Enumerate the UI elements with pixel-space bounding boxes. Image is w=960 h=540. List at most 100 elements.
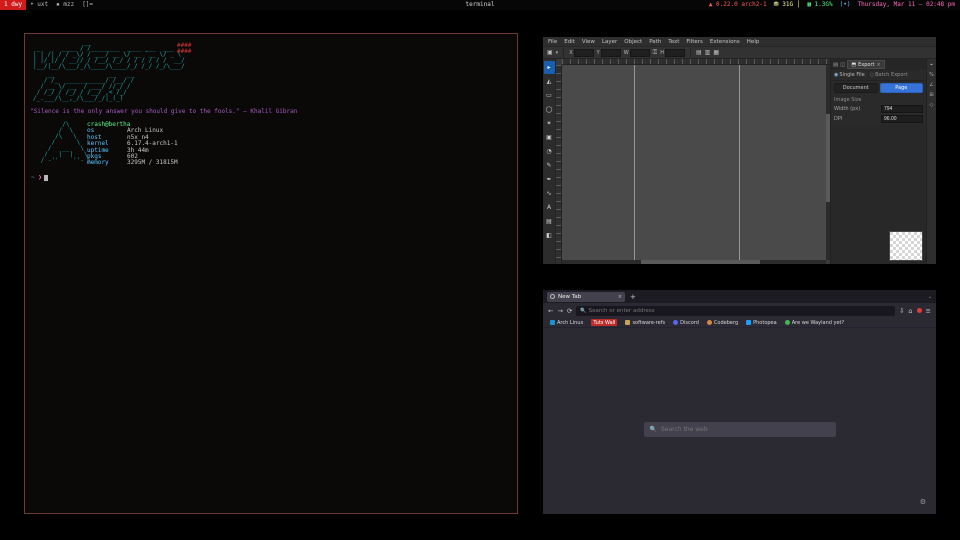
- scale-stroke-icon[interactable]: ▤: [696, 49, 702, 56]
- menu-layer[interactable]: Layer: [602, 39, 617, 45]
- new-tab-button[interactable]: +: [630, 293, 636, 301]
- status-network: (•): [840, 0, 851, 10]
- menu-edit[interactable]: Edit: [564, 39, 575, 45]
- export-width-input[interactable]: [881, 105, 923, 113]
- bookmarks-bar: Arch Linux Tuts Wall software-refs Disco…: [543, 318, 936, 328]
- text-tool[interactable]: A: [544, 201, 555, 214]
- node-tool[interactable]: ◭: [544, 75, 555, 88]
- batch-export-radio[interactable]: ○ Batch Export: [870, 72, 908, 78]
- snap-grid-icon[interactable]: ⊞: [929, 92, 933, 98]
- back-button[interactable]: ←: [548, 307, 553, 315]
- scale-gradient-icon[interactable]: ▦: [713, 49, 719, 56]
- image-size-heading: Image Size: [831, 95, 926, 104]
- batch-export-label: Batch Export: [875, 72, 907, 78]
- address-input[interactable]: [589, 308, 891, 314]
- dropper-tool[interactable]: ◧: [544, 229, 555, 242]
- pen-tool[interactable]: ✒: [544, 173, 555, 186]
- terminal-cursor: [44, 175, 48, 181]
- x-input[interactable]: [574, 49, 594, 57]
- bookmark-codeberg[interactable]: Codeberg: [707, 320, 738, 326]
- menu-text[interactable]: Text: [668, 39, 679, 45]
- layout-indicator[interactable]: []=: [78, 0, 97, 10]
- h-input[interactable]: [665, 49, 685, 57]
- scale-corners-icon[interactable]: ▥: [705, 49, 711, 56]
- single-file-radio[interactable]: ◉ Single File: [834, 72, 865, 78]
- dropdown-caret-icon[interactable]: ▾: [556, 50, 559, 56]
- terminal-window[interactable]: __ _ ____ / /________ ____ ___ ___ | | /…: [24, 33, 518, 514]
- personalize-gear-icon[interactable]: ⚙: [920, 498, 926, 506]
- home-button[interactable]: ⌂: [908, 307, 912, 315]
- spiral-tool[interactable]: ◔: [544, 145, 555, 158]
- export-dpi-input[interactable]: [881, 115, 923, 123]
- bookmark-label: software-refs: [632, 320, 665, 326]
- menu-filters[interactable]: Filters: [686, 39, 703, 45]
- snap-angle-icon[interactable]: ∠: [929, 82, 933, 88]
- pencil-tool[interactable]: ✎: [544, 159, 555, 172]
- inkscape-canvas[interactable]: [562, 65, 826, 260]
- tab-close-icon[interactable]: ×: [618, 294, 622, 300]
- star-tool[interactable]: ✶: [544, 117, 555, 130]
- canvas-horizontal-scrollbar[interactable]: [562, 260, 826, 264]
- terminal-quote: "Silence is the only answer you should g…: [30, 108, 297, 115]
- fetch-info-block: crash@bertha osArch Linux hostn5x n4 ker…: [87, 122, 178, 167]
- gradient-tool[interactable]: ▤: [544, 215, 555, 228]
- export-area-page-button[interactable]: Page: [880, 83, 924, 93]
- ascii-art-back: __ __ __ / /_ ____ ______/ /__/ / / __ \…: [33, 72, 134, 102]
- forward-button[interactable]: →: [557, 307, 562, 315]
- calligraphy-tool[interactable]: ∿: [544, 187, 555, 200]
- reload-button[interactable]: ⟳: [567, 307, 572, 315]
- snap-global-icon[interactable]: ⌖: [930, 62, 933, 68]
- browser-tab-newtab[interactable]: New Tab ×: [547, 292, 625, 302]
- status-memory: ▦ 1.3G%: [807, 0, 832, 10]
- scrollbar-thumb[interactable]: [641, 260, 760, 264]
- status-disk: ⛃ 31G │: [774, 0, 801, 10]
- shell-prompt[interactable]: ~ ❯: [31, 175, 48, 181]
- w-input[interactable]: [630, 49, 650, 57]
- snap-percent-icon[interactable]: %: [929, 72, 934, 78]
- snap-node-icon[interactable]: ◇: [930, 102, 934, 108]
- export-area-document-button[interactable]: Document: [834, 83, 878, 93]
- workspace-tag-1[interactable]: 1 dwy: [0, 0, 26, 10]
- address-bar[interactable]: 🔍: [576, 306, 895, 316]
- bookmark-photopea[interactable]: Photopea: [746, 320, 777, 326]
- bookmark-arch-linux[interactable]: Arch Linux: [550, 320, 583, 326]
- web-search-input[interactable]: [661, 426, 830, 433]
- menu-help[interactable]: Help: [747, 39, 760, 45]
- dock-side-icon-2[interactable]: ◫: [840, 62, 845, 68]
- scrollbar-thumb[interactable]: [826, 114, 830, 202]
- menu-object[interactable]: Object: [624, 39, 642, 45]
- bookmark-tuts-wall[interactable]: Tuts Wall: [591, 319, 617, 326]
- menu-extensions[interactable]: Extensions: [710, 39, 740, 45]
- export-dpi-row: DPI: [831, 114, 926, 124]
- y-input[interactable]: [601, 49, 621, 57]
- single-file-label: Single File: [839, 72, 864, 78]
- selector-tool[interactable]: ▸: [544, 61, 555, 74]
- bookmark-are-we-wayland-yet[interactable]: Are we Wayland yet?: [785, 320, 844, 326]
- web-search-box[interactable]: 🔍: [644, 422, 836, 437]
- bookmark-discord[interactable]: Discord: [673, 320, 699, 326]
- menu-view[interactable]: View: [582, 39, 595, 45]
- lock-ratio-icon[interactable]: ⚿: [653, 49, 658, 57]
- menu-file[interactable]: File: [548, 39, 557, 45]
- recording-indicator-icon: [917, 308, 922, 313]
- tab-title: New Tab: [558, 294, 581, 300]
- tab-list-chevron-icon[interactable]: ⌄: [928, 294, 932, 300]
- selection-mode-icon[interactable]: ▣: [547, 49, 553, 56]
- export-dpi-label: DPI: [834, 116, 842, 122]
- downloads-button[interactable]: ⇩: [899, 307, 904, 315]
- bookmark-label: Photopea: [753, 320, 777, 326]
- dock-side-icon-1[interactable]: ▤: [833, 62, 838, 68]
- canvas-vertical-scrollbar[interactable]: [826, 65, 830, 260]
- menu-button[interactable]: ≡: [926, 307, 931, 315]
- workspace-tag-3[interactable]: ▪ mzz: [52, 0, 78, 10]
- box3d-tool[interactable]: ▣: [544, 131, 555, 144]
- bookmark-favicon-icon: [746, 320, 751, 325]
- export-tab[interactable]: ⬒ Export ×: [847, 60, 884, 69]
- workspace-tag-2[interactable]: • uxt: [26, 0, 52, 10]
- ellipse-tool[interactable]: ◯: [544, 103, 555, 116]
- menu-path[interactable]: Path: [649, 39, 661, 45]
- bookmark-software-refs[interactable]: software-refs: [625, 320, 665, 326]
- y-coordinate-field: Y: [597, 49, 621, 57]
- rectangle-tool[interactable]: ▭: [544, 89, 555, 102]
- export-tab-close-icon[interactable]: ×: [877, 62, 881, 68]
